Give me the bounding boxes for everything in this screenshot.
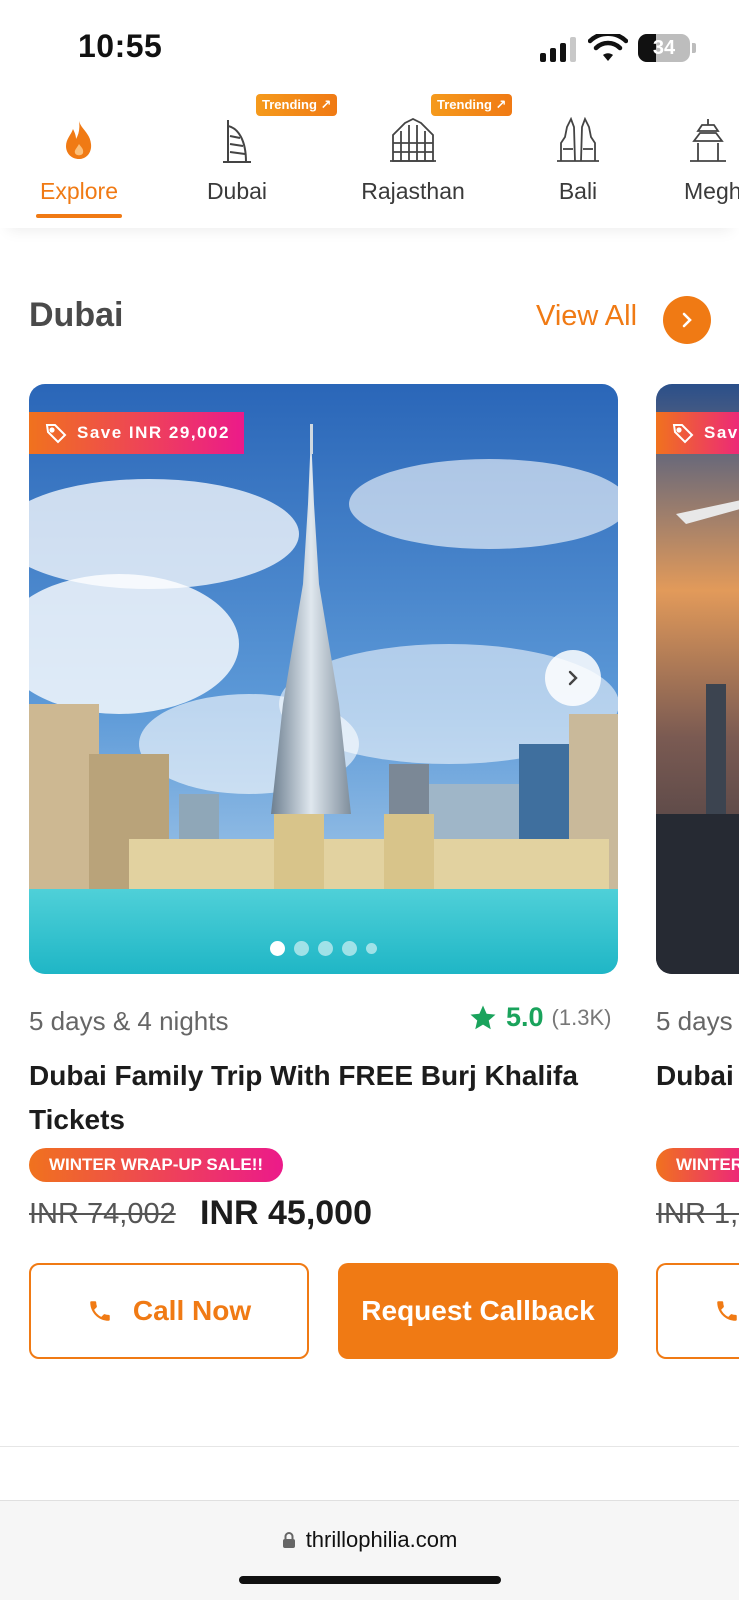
trend-up-icon: ↗ [495, 97, 507, 112]
carousel-dot[interactable] [342, 941, 357, 956]
category-label: Dubai [206, 178, 268, 204]
save-badge: Save INR 29,002 [29, 412, 244, 454]
phone-icon [717, 1301, 737, 1321]
burj-al-arab-icon [211, 114, 263, 166]
chevron-right-icon [682, 312, 692, 328]
chevron-right-icon [568, 670, 578, 686]
rating-value: 5.0 [506, 1002, 544, 1032]
status-bar: 10:55 34 [0, 0, 739, 96]
discounted-price: INR 45,000 [200, 1194, 372, 1232]
lock-icon [282, 1532, 295, 1548]
active-tab-indicator [36, 214, 122, 218]
trending-badge: Trending ↗ [256, 94, 338, 116]
category-tab-megh[interactable]: Megh [684, 88, 739, 228]
price-tag-icon [45, 424, 67, 444]
carousel-next-button[interactable] [545, 650, 601, 706]
category-label: Explore [40, 178, 118, 204]
next-trip-card-image[interactable]: Sav [656, 384, 739, 974]
cellular-signal-icon [540, 36, 578, 62]
url-text[interactable]: thrillophilia.com [306, 1527, 458, 1553]
status-time: 10:55 [78, 28, 163, 64]
trip-duration: 5 days [656, 1006, 733, 1036]
battery-icon: 34 [638, 34, 690, 62]
call-now-label: Call Now [132, 1295, 252, 1326]
category-label: Rajasthan [361, 178, 465, 204]
carousel-dot[interactable] [294, 941, 309, 956]
phone-icon [90, 1301, 110, 1321]
request-callback-label: Request Callback [361, 1295, 595, 1326]
call-now-button[interactable] [656, 1263, 739, 1359]
home-indicator[interactable] [239, 1576, 501, 1584]
hawa-mahal-icon [387, 114, 439, 166]
rating-count: (1.3K) [551, 1004, 612, 1030]
sale-badge: WINTER [656, 1148, 739, 1182]
original-price: INR 1,2 [656, 1198, 739, 1230]
carousel-dot[interactable] [366, 943, 377, 954]
dubai-skyline-photo [656, 384, 739, 974]
wifi-icon [588, 34, 628, 61]
save-badge: Sav [656, 412, 739, 454]
rating: 5.0 (1.3K) [468, 1002, 611, 1033]
view-all-link[interactable]: View All [536, 300, 637, 333]
price-tag-icon [672, 424, 694, 444]
carousel-dots [29, 941, 618, 956]
bali-gate-icon [552, 114, 604, 166]
category-label: Megh [684, 178, 739, 204]
original-price: INR 74,002 [29, 1198, 176, 1230]
trip-card-image[interactable]: Save INR 29,002 [29, 384, 618, 974]
category-tab-bali[interactable]: Bali [548, 88, 608, 228]
battery-percent: 34 [652, 37, 676, 59]
carousel-dot[interactable] [270, 941, 285, 956]
divider [0, 1446, 739, 1447]
burj-khalifa-photo [29, 384, 618, 974]
request-callback-button[interactable]: Request Callback [338, 1263, 618, 1359]
category-label: Bali [558, 178, 598, 204]
section-title: Dubai [29, 296, 124, 334]
view-all-button[interactable] [663, 296, 711, 344]
carousel-dot[interactable] [318, 941, 333, 956]
call-now-button[interactable]: Call Now [29, 1263, 309, 1359]
browser-url-bar[interactable]: thrillophilia.com [0, 1500, 739, 1600]
trending-badge: Trending ↗ [431, 94, 513, 116]
sale-badge: WINTER WRAP-UP SALE!! [29, 1148, 284, 1182]
flame-icon [53, 114, 105, 166]
star-icon [470, 1005, 496, 1029]
save-amount: Sav [704, 423, 739, 442]
pagoda-icon [684, 114, 736, 166]
trip-duration: 5 days & 4 nights [29, 1006, 229, 1036]
category-nav: Explore Dubai Trending ↗ Rajasthan Trend… [0, 88, 739, 228]
trip-title[interactable]: Dubai Family Trip With FREE Burj Khalifa… [29, 1054, 629, 1142]
trend-up-icon: ↗ [320, 97, 332, 112]
category-tab-explore[interactable]: Explore [36, 88, 122, 228]
trip-title[interactable]: Dubai [656, 1054, 734, 1098]
save-amount: Save INR 29,002 [77, 423, 230, 442]
